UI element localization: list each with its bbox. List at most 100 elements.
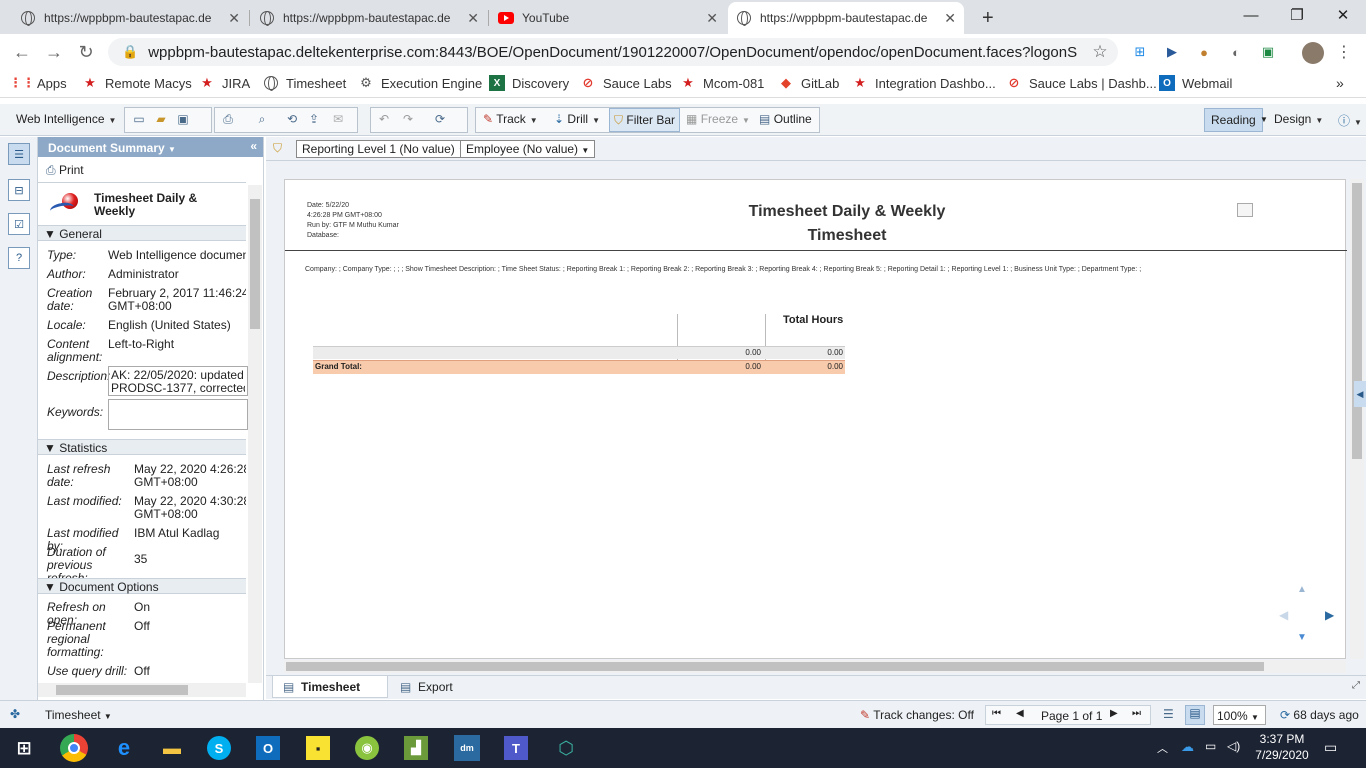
taskbar-clock[interactable]: 3:37 PM 7/29/2020 xyxy=(1250,731,1314,763)
browser-tab-youtube[interactable]: YouTube ✕ xyxy=(490,2,726,34)
volume-icon[interactable]: ◁) xyxy=(1227,739,1240,753)
close-icon[interactable]: ✕ xyxy=(944,10,956,27)
windows-start-icon[interactable]: ⊞ xyxy=(10,734,38,762)
close-icon[interactable]: ✕ xyxy=(706,10,718,27)
app-icon[interactable]: ◉ xyxy=(355,736,379,760)
circle-extension-icon[interactable]: ◐ xyxy=(1226,42,1246,62)
last-page-icon[interactable]: ⏭ xyxy=(1132,708,1141,719)
page-left-icon[interactable]: ◀ xyxy=(1279,608,1288,622)
page-right-icon[interactable]: ▶ xyxy=(1325,608,1334,622)
previous-page-icon[interactable]: ◀ xyxy=(1016,708,1024,719)
statistics-section-header[interactable]: ▼ Statistics xyxy=(38,439,246,455)
next-page-icon[interactable]: ▶ xyxy=(1110,708,1118,719)
show-hidden-icons[interactable]: ︿ xyxy=(1157,740,1168,756)
file-explorer-icon[interactable]: ▬ xyxy=(158,734,186,762)
close-icon[interactable]: ✕ xyxy=(467,10,479,27)
teams-icon[interactable]: T xyxy=(504,736,528,760)
design-mode-button[interactable]: Design ▼ xyxy=(1274,112,1323,126)
tab-export[interactable]: ▤ Export xyxy=(400,680,453,694)
drill-button[interactable]: ⇣ Drill ▼ xyxy=(554,112,600,126)
open-folder-icon[interactable]: ▰ xyxy=(153,111,169,127)
freeze-button[interactable]: ▦ Freeze ▼ xyxy=(686,112,750,126)
bookmark-jira[interactable]: ★ JIRA xyxy=(199,75,250,91)
bookmark-remote-macys[interactable]: ★ Remote Macys xyxy=(82,75,192,91)
scrollbar-thumb[interactable] xyxy=(250,199,260,329)
report-vertical-scrollbar[interactable] xyxy=(1350,179,1364,659)
new-document-icon[interactable]: ▭ xyxy=(131,111,147,127)
star-icon[interactable]: ☆ xyxy=(1090,42,1110,62)
onedrive-icon[interactable]: ☁ xyxy=(1181,739,1194,755)
bookmark-mcom[interactable]: ★ Mcom-081 xyxy=(680,75,764,91)
reload-button[interactable]: ↻ xyxy=(74,40,98,64)
refresh-icon[interactable]: ⟳ xyxy=(432,111,448,127)
chart-app-icon[interactable]: ▟ xyxy=(404,736,428,760)
report-horizontal-scrollbar[interactable] xyxy=(284,660,1346,673)
notifications-icon[interactable]: ▭ xyxy=(1324,739,1337,756)
sheets-extension-icon[interactable]: ▣ xyxy=(1258,42,1278,62)
browser-tab[interactable]: https://wppbpm-bautestapac.de ✕ xyxy=(12,2,248,34)
current-report-menu[interactable]: Timesheet ▼ xyxy=(45,708,112,722)
input-controls-icon[interactable]: ☑ xyxy=(8,213,30,235)
document-summary-icon[interactable]: ☰ xyxy=(8,143,30,165)
windows-extension-icon[interactable]: ⊞ xyxy=(1130,42,1150,62)
close-window-button[interactable]: ✕ xyxy=(1320,0,1366,30)
bookmark-gitlab[interactable]: ◆ GitLab xyxy=(778,75,839,91)
outline-button[interactable]: ▤ Outline xyxy=(759,112,812,126)
browser-tab-active[interactable]: https://wppbpm-bautestapac.de ✕ xyxy=(728,2,964,34)
zoom-select[interactable]: 100% ▼ xyxy=(1213,705,1266,725)
track-changes-status[interactable]: ✎ Track changes: Off xyxy=(860,708,974,722)
filter-bar-button[interactable]: ⛉ Filter Bar xyxy=(609,108,681,132)
outlook-icon[interactable]: O xyxy=(256,736,280,760)
page-up-icon[interactable]: ▲ xyxy=(1297,584,1307,595)
employee-filter[interactable]: Employee (No value) ▼ xyxy=(460,140,596,158)
profile-avatar[interactable] xyxy=(1302,42,1324,64)
panel-vertical-scrollbar[interactable] xyxy=(248,185,262,683)
print-button[interactable]: ⎙ Print xyxy=(46,163,84,178)
reading-dropdown-icon[interactable]: ▼ xyxy=(1260,115,1268,124)
page-indicator[interactable]: Page 1 of 1 xyxy=(1041,709,1102,723)
bookmark-sauce-labs[interactable]: ⊘ Sauce Labs xyxy=(580,75,672,91)
save-icon[interactable]: ▣ xyxy=(175,111,191,127)
forward-button[interactable]: → xyxy=(42,40,66,64)
panel-horizontal-scrollbar[interactable] xyxy=(38,683,246,697)
browser-menu-icon[interactable]: ⋮ xyxy=(1334,42,1354,62)
help-panel-icon[interactable]: ? xyxy=(8,247,30,269)
url-input[interactable]: 🔒 wppbpm-bautestapac.deltekenterprise.co… xyxy=(108,38,1118,66)
track-button[interactable]: ✎ Track ▼ xyxy=(483,112,538,126)
expand-right-panel-icon[interactable]: ◀ xyxy=(1354,381,1366,407)
sticky-notes-icon[interactable]: ▪ xyxy=(306,736,330,760)
more-bookmarks-icon[interactable]: » xyxy=(1336,75,1344,91)
collapse-panel-icon[interactable]: « xyxy=(250,139,257,153)
page-mode-icon[interactable]: ▤ xyxy=(1185,705,1205,725)
tab-timesheet[interactable]: ▤ Timesheet xyxy=(272,676,388,698)
reporting-level-filter[interactable]: Reporting Level 1 (No value) ▼ xyxy=(296,140,473,158)
battery-icon[interactable]: ▭ xyxy=(1205,739,1216,753)
quick-display-icon[interactable]: ☰ xyxy=(1163,707,1174,721)
find-icon[interactable]: ⌕ xyxy=(254,111,270,127)
undo-icon[interactable]: ↶ xyxy=(376,111,392,127)
help-icon[interactable]: ⓘ ▼ xyxy=(1338,112,1362,129)
dm-app-icon[interactable]: dm xyxy=(454,735,480,761)
chrome-icon[interactable] xyxy=(60,734,88,762)
reading-mode-button[interactable]: Reading xyxy=(1204,108,1263,132)
expand-tabs-icon[interactable]: ⤢ xyxy=(1352,680,1360,691)
maximize-button[interactable]: ❐ xyxy=(1274,0,1320,30)
back-button[interactable]: ← xyxy=(10,40,34,64)
first-page-icon[interactable]: ⏮ xyxy=(992,708,1001,719)
navigation-map-icon[interactable]: ⊟ xyxy=(8,179,30,201)
cookie-extension-icon[interactable]: ● xyxy=(1194,42,1214,62)
bookmark-integration-dashboard[interactable]: ★ Integration Dashbo... xyxy=(852,75,996,91)
description-field[interactable]: AK: 22/05/2020: updated as PRODSC-1377, … xyxy=(108,366,248,396)
bookmark-discovery[interactable]: X Discovery xyxy=(489,75,569,91)
keywords-field[interactable] xyxy=(108,399,248,430)
bookmark-webmail[interactable]: O Webmail xyxy=(1159,75,1232,91)
document-options-section-header[interactable]: ▼ Document Options xyxy=(38,578,246,594)
bookmark-apps[interactable]: ⋮⋮ Apps xyxy=(9,75,67,91)
new-tab-button[interactable]: + xyxy=(974,2,1002,34)
bookmark-timesheet[interactable]: Timesheet xyxy=(263,75,346,91)
web-intelligence-menu[interactable]: Web Intelligence ▼ xyxy=(16,112,116,126)
redo-icon[interactable]: ↷ xyxy=(400,111,416,127)
close-icon[interactable]: ✕ xyxy=(228,10,240,27)
print-icon[interactable]: ⎙ xyxy=(220,111,236,127)
page-down-icon[interactable]: ▼ xyxy=(1297,632,1307,643)
